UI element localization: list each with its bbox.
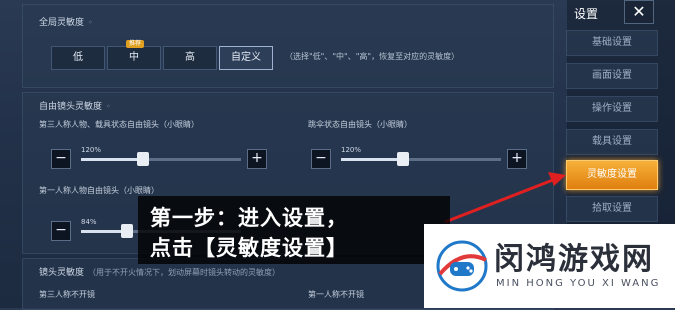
watermark-logo: 闵鸿游戏网 MIN HONG YOU XI WANG [424, 224, 675, 308]
watermark-en: MIN HONG YOU XI WANG [496, 278, 661, 289]
caption-line-2: 点击【灵敏度设置】 [150, 236, 348, 260]
watermark-cn: 闵鸿游戏网 [494, 242, 654, 277]
gamepad-logo-icon [436, 240, 488, 292]
caption-line-1: 第一步：进入设置， [150, 206, 348, 230]
tutorial-caption: 第一步：进入设置， 点击【灵敏度设置】 [138, 196, 450, 264]
